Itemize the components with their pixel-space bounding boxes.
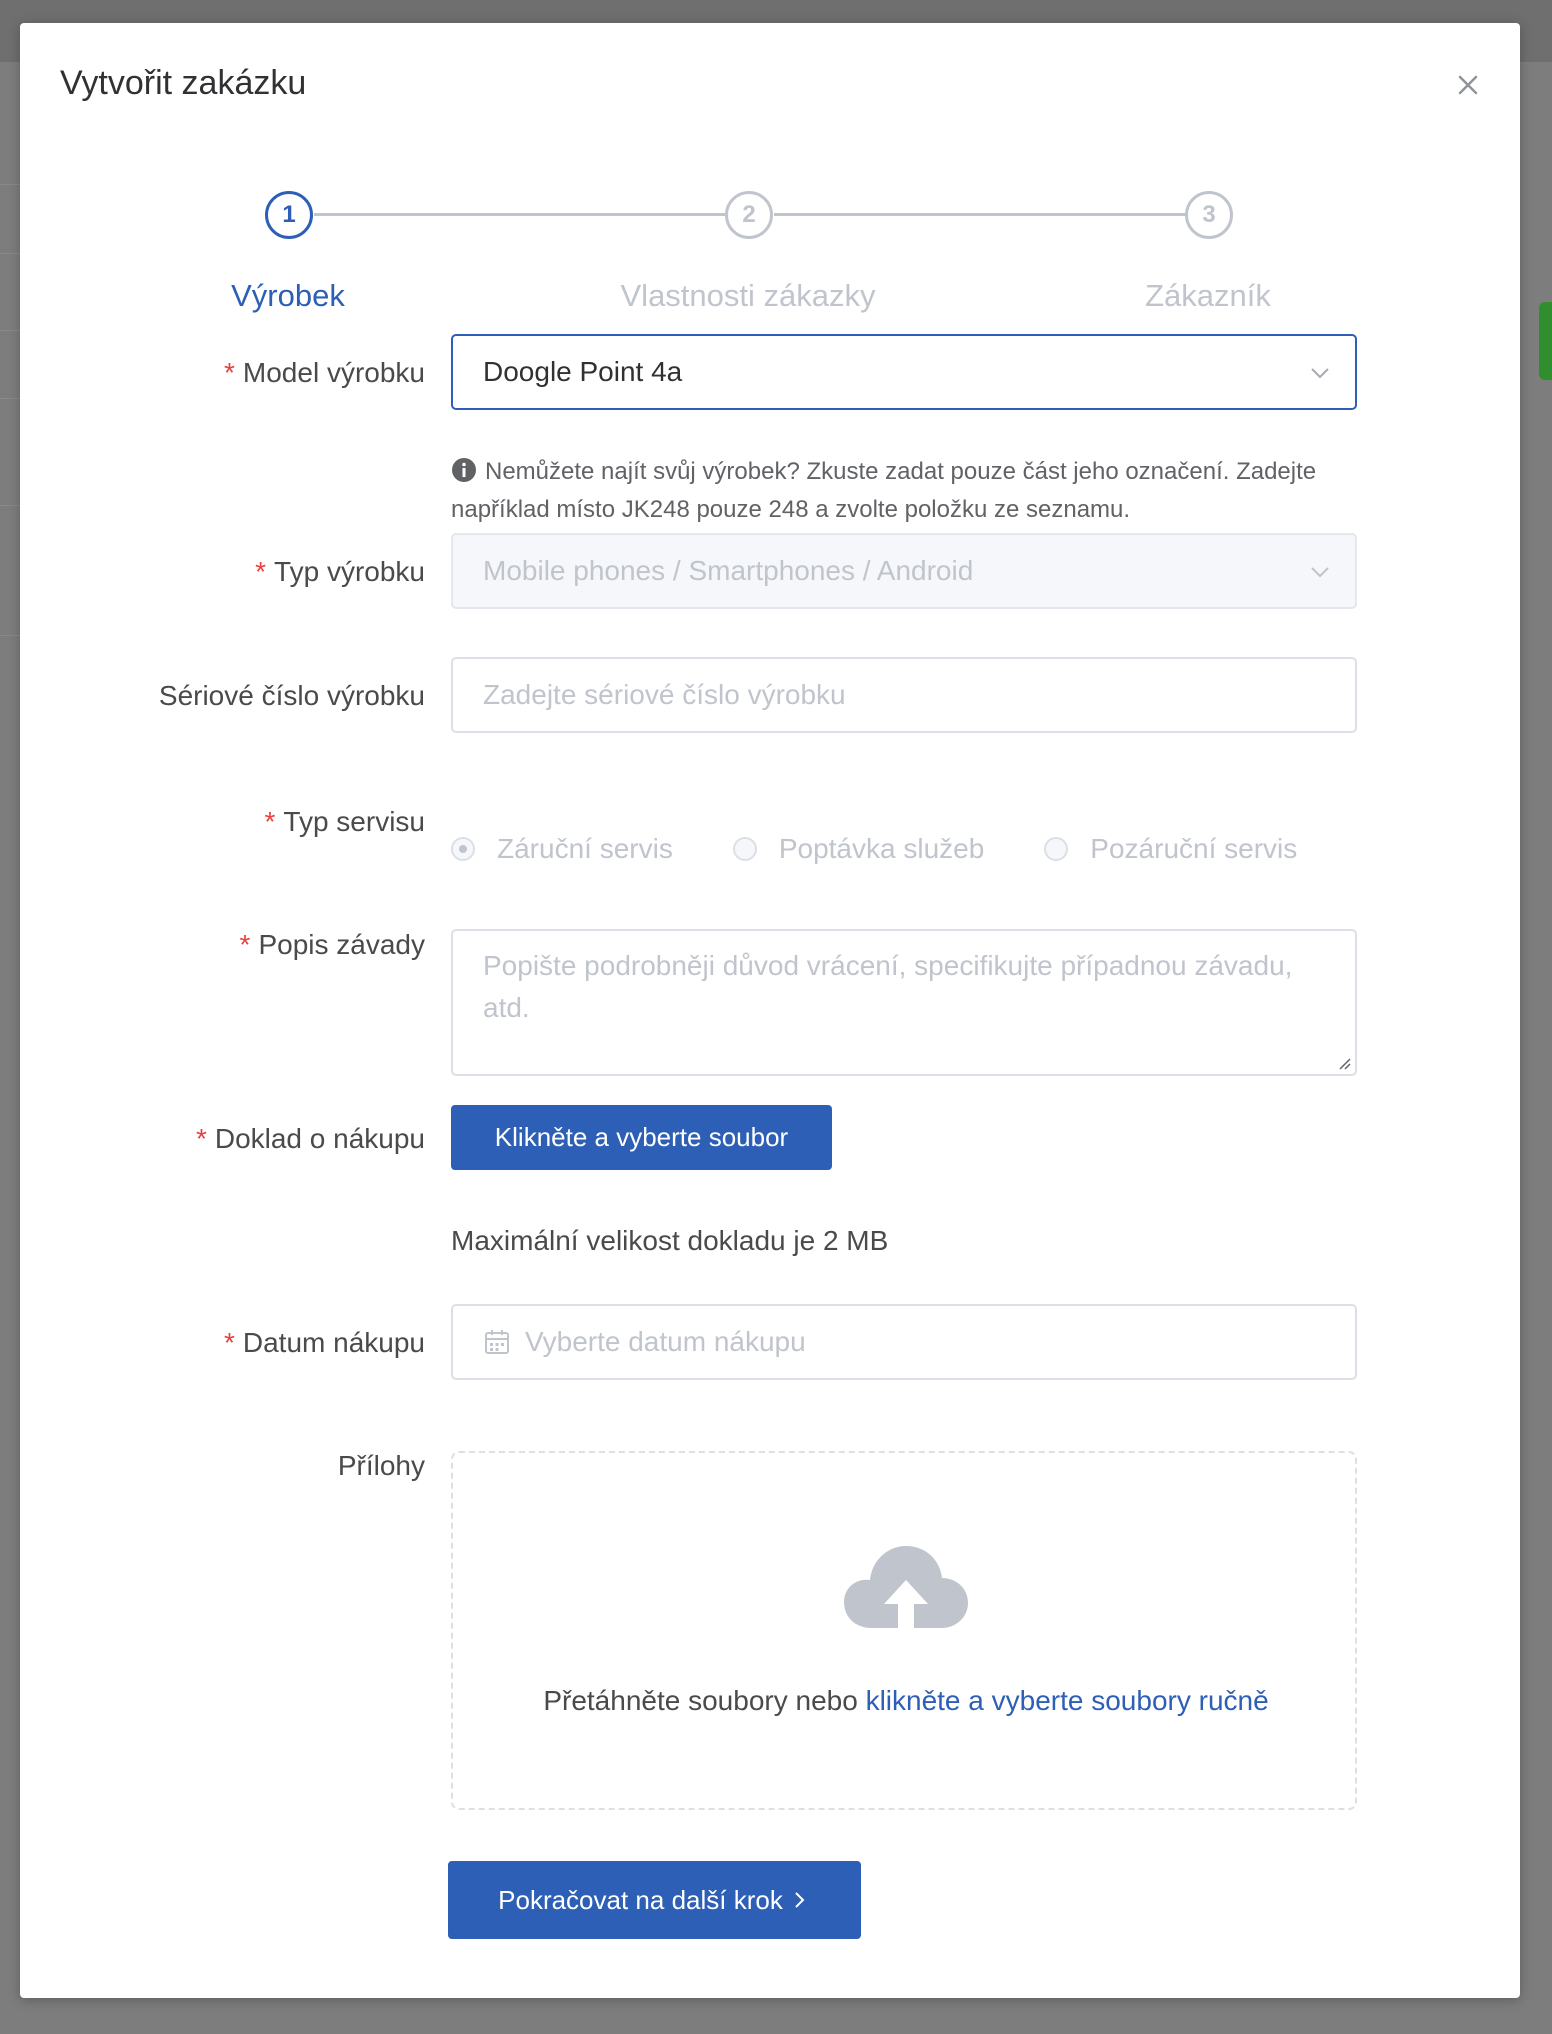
model-label: * Model výrobku (224, 357, 425, 389)
type-label-text: Typ výrobku (274, 556, 425, 587)
model-select[interactable]: Doogle Point 4a (451, 334, 1357, 410)
date-label: * Datum nákupu (224, 1327, 425, 1359)
dropzone-instruction: Přetáhněte soubory nebo (543, 1685, 858, 1716)
receipt-label-text: Doklad o nákupu (214, 1123, 425, 1154)
required-mark: * (264, 806, 276, 837)
service-radio-group: Záruční servis Poptávka služeb Pozáruční… (451, 829, 1357, 869)
radio-label: Poptávka služeb (778, 833, 985, 864)
radio-label: Pozáruční servis (1090, 833, 1298, 864)
defect-label: * Popis závady (240, 929, 425, 961)
attachments-dropzone[interactable]: Přetáhněte soubory nebo klikněte a vyber… (451, 1451, 1357, 1810)
dialog-title: Vytvořit zakázku (60, 64, 307, 102)
defect-placeholder: Popište podrobněji důvod vrácení, specif… (483, 950, 1293, 1023)
background-divider (0, 330, 22, 331)
serial-input[interactable]: Zadejte sériové číslo výrobku (451, 657, 1357, 733)
service-label: * Typ servisu (264, 806, 425, 838)
next-step-button[interactable]: Pokračovat na další krok (448, 1861, 861, 1939)
radio-unchecked-icon (1044, 837, 1069, 861)
type-label: * Typ výrobku (255, 556, 425, 588)
choose-receipt-button[interactable]: Klikněte a vyberte soubor (451, 1105, 832, 1170)
required-mark: * (195, 1123, 207, 1154)
background-green-button (1539, 302, 1552, 380)
required-mark: * (239, 929, 251, 960)
type-select: Mobile phones / Smartphones / Android (451, 533, 1357, 609)
background-divider (0, 505, 22, 506)
step-connector (314, 213, 732, 216)
defect-textarea[interactable]: Popište podrobněji důvod vrácení, specif… (451, 929, 1357, 1076)
attachments-label: Přílohy (337, 1450, 425, 1481)
step-2-label: Vlastnosti zákazky (620, 278, 876, 313)
receipt-size-note: Maximální velikost dokladu je 2 MB (451, 1225, 889, 1256)
date-placeholder: Vyberte datum nákupu (525, 1326, 806, 1357)
background-divider (0, 635, 22, 636)
step-1-label: Výrobek (231, 278, 345, 313)
serial-placeholder: Zadejte sériové číslo výrobku (483, 679, 846, 710)
model-hint-text: Nemůžete najít svůj výrobek? Zkuste zada… (451, 458, 1317, 523)
radio-service-request[interactable]: Poptávka služeb (732, 833, 985, 865)
resize-handle-icon[interactable] (1337, 1056, 1351, 1070)
required-mark: * (255, 556, 267, 587)
model-label-text: Model výrobku (242, 357, 425, 388)
create-order-dialog: Vytvořit zakázku 1 2 3 Výrobek Vlastnost… (20, 23, 1520, 1998)
close-icon[interactable] (1448, 65, 1488, 105)
type-select-value: Mobile phones / Smartphones / Android (483, 555, 974, 586)
radio-warranty[interactable]: Záruční servis (451, 833, 673, 865)
radio-label: Záruční servis (497, 833, 673, 864)
receipt-label: * Doklad o nákupu (196, 1123, 425, 1155)
model-select-value: Doogle Point 4a (483, 356, 683, 387)
step-2-circle: 2 (725, 191, 773, 239)
radio-unchecked-icon (732, 837, 757, 861)
date-picker[interactable]: Vyberte datum nákupu (451, 1304, 1357, 1380)
step-3-label: Zákazník (1145, 278, 1271, 313)
dropzone-select-link[interactable]: klikněte a vyberte soubory ručně (866, 1685, 1269, 1716)
step-3-circle: 3 (1185, 191, 1233, 239)
radio-post-warranty[interactable]: Pozáruční servis (1044, 833, 1297, 865)
radio-checked-icon (451, 837, 475, 861)
service-label-text: Typ servisu (283, 806, 425, 837)
required-mark: * (223, 1327, 235, 1358)
background-divider (0, 398, 22, 399)
defect-label-text: Popis závady (258, 929, 425, 960)
serial-label: Sériové číslo výrobku (158, 680, 425, 711)
step-1-circle: 1 (265, 191, 313, 239)
background-divider (0, 184, 22, 185)
date-label-text: Datum nákupu (242, 1327, 425, 1358)
chevron-right-icon (795, 1892, 805, 1908)
calendar-icon (485, 1330, 509, 1354)
chevron-down-icon (1311, 567, 1329, 578)
chevron-down-icon (1311, 368, 1329, 379)
next-step-label: Pokračovat na další krok (498, 1884, 783, 1915)
required-mark: * (224, 357, 235, 388)
info-icon (452, 458, 476, 482)
background-divider (0, 253, 22, 254)
model-hint: Nemůžete najít svůj výrobek? Zkuste zada… (451, 453, 1361, 529)
dropzone-text: Přetáhněte soubory nebo klikněte a vyber… (453, 1685, 1359, 1717)
step-connector (774, 213, 1192, 216)
cloud-upload-icon (844, 1546, 968, 1628)
